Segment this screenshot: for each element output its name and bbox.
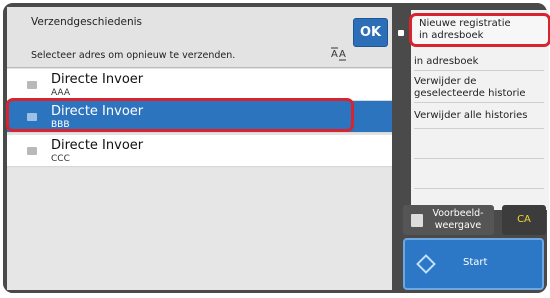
history-row[interactable]: Directe Invoer CCC xyxy=(7,135,392,167)
menu-item-delete-selected[interactable]: Verwijder de geselecteerde historie xyxy=(414,76,544,100)
menu-divider xyxy=(414,128,544,129)
menu-item-label: Nieuwe registratie in adresboek xyxy=(419,18,511,41)
start-button[interactable]: Start xyxy=(403,238,544,290)
menu-item-new-registration[interactable]: Nieuwe registratie in adresboek xyxy=(409,13,550,47)
preview-icon xyxy=(411,214,423,227)
menu-divider xyxy=(414,158,544,159)
menu-item-delete-all[interactable]: Verwijder alle histories xyxy=(414,110,544,122)
list-empty-area xyxy=(7,168,392,290)
row-sub: AAA xyxy=(51,88,70,98)
start-diamond-icon xyxy=(416,254,436,274)
menu-divider xyxy=(414,188,544,189)
row-name: Directe Invoer xyxy=(51,138,144,153)
menu-item-register-address-book[interactable]: in adresboek xyxy=(414,56,544,68)
menu-divider xyxy=(414,102,544,103)
envelope-icon xyxy=(27,81,37,89)
sort-az-icon[interactable]: A A xyxy=(330,45,348,65)
svg-text:A: A xyxy=(339,49,346,60)
collapse-handle-icon[interactable] xyxy=(398,30,404,36)
preview-label: Voorbeeld- weergave xyxy=(432,208,484,231)
divider xyxy=(7,67,392,68)
row-name: Directe Invoer xyxy=(51,72,144,87)
instruction-text: Selecteer adres om opnieuw te verzenden. xyxy=(31,50,236,61)
page-title: Verzendgeschiedenis xyxy=(31,16,143,28)
svg-text:A: A xyxy=(331,49,338,60)
row-sub: CCC xyxy=(51,154,70,164)
history-row[interactable]: Directe Invoer AAA xyxy=(7,69,392,101)
ok-button[interactable]: OK xyxy=(353,18,388,47)
ca-button[interactable]: CA xyxy=(502,205,546,235)
menu-divider xyxy=(414,70,544,71)
highlight-frame xyxy=(6,98,354,132)
start-label: Start xyxy=(463,257,488,268)
envelope-icon xyxy=(27,147,37,155)
preview-button[interactable]: Voorbeeld- weergave xyxy=(403,205,494,235)
